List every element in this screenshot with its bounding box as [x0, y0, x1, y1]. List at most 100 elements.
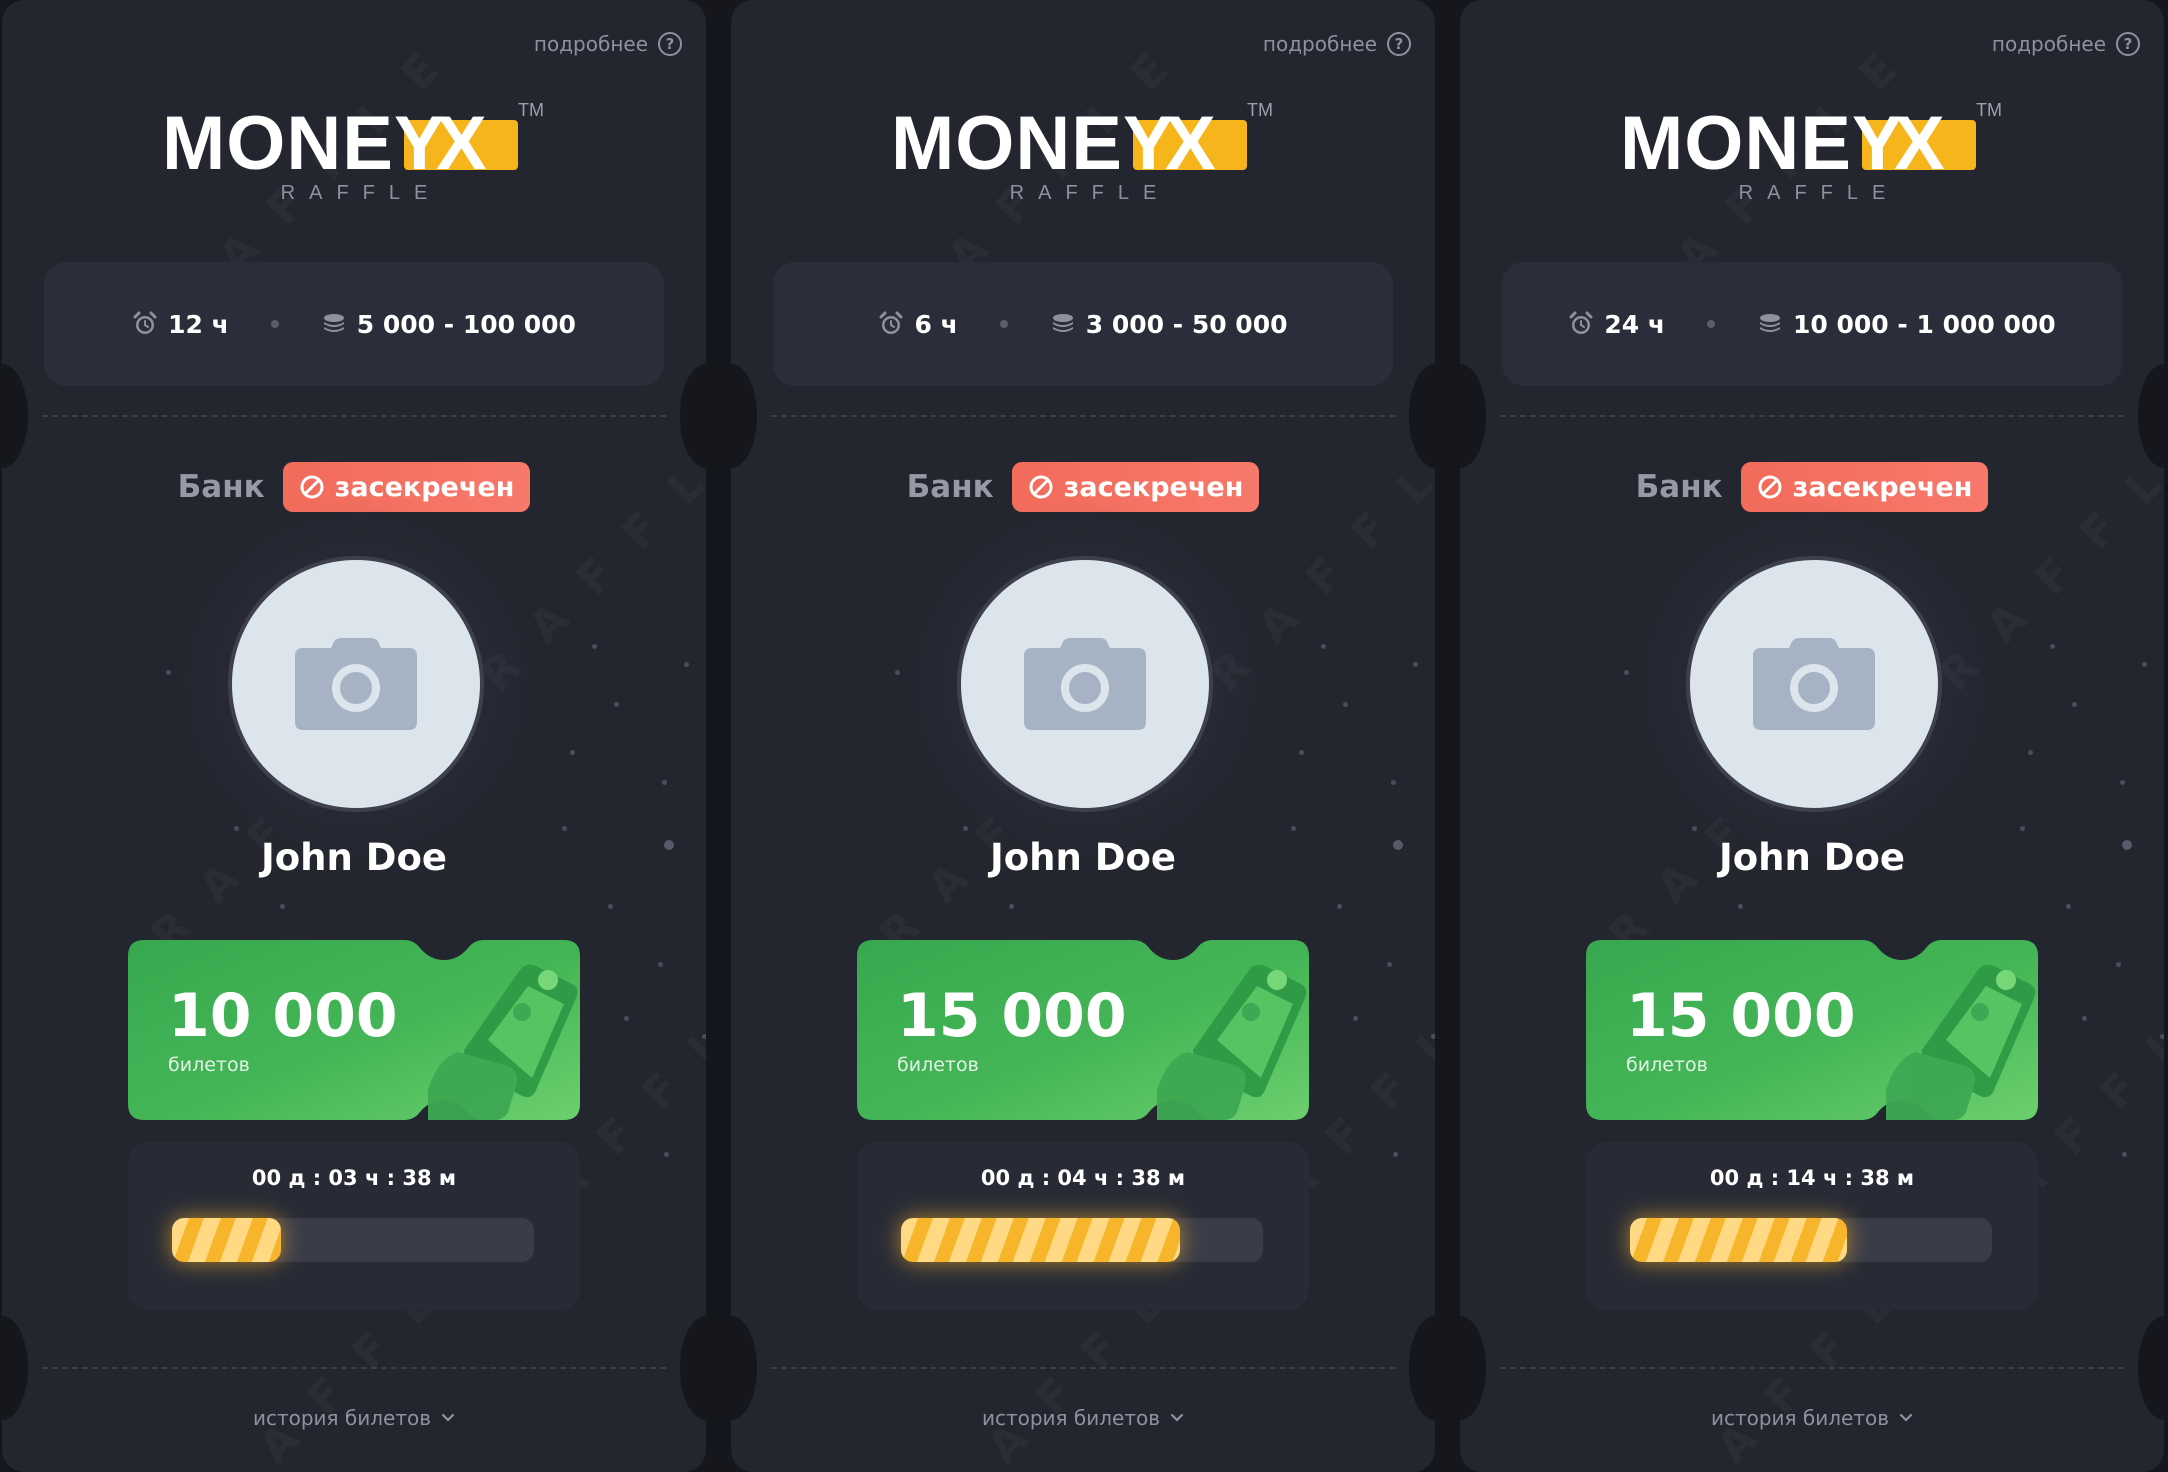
logo-wordmark: MONEY	[1620, 101, 1904, 186]
countdown-box: 00 д : 14 ч : 38 м	[1586, 1142, 2038, 1310]
avatar[interactable]	[168, 496, 544, 872]
star-dot	[1391, 780, 1396, 785]
star-dot	[1343, 702, 1348, 707]
range-param: 3 000 - 50 000	[1050, 310, 1288, 339]
duration-param: 12 ч	[132, 310, 229, 339]
countdown-timer: 00 д : 14 ч : 38 м	[1709, 1166, 1915, 1190]
more-info-link[interactable]: подробнее ?	[1263, 32, 1411, 56]
tickets-card: 15 000 билетов	[857, 940, 1309, 1120]
more-info-label: подробнее	[1262, 32, 1377, 56]
ban-icon	[1758, 475, 1782, 499]
star-dot	[592, 644, 597, 649]
logo-x-letter: X	[1894, 101, 1945, 186]
logo-wordmark: MONEY	[162, 101, 446, 186]
avatar-placeholder[interactable]	[957, 556, 1213, 812]
perforation-line	[42, 415, 666, 417]
alarm-clock-icon	[1569, 311, 1593, 334]
progress-bar	[901, 1218, 1263, 1262]
duration-value: 12 ч	[168, 309, 229, 339]
ticket-notch	[731, 364, 757, 468]
star-dot	[1413, 662, 1418, 667]
star-dot	[1321, 644, 1326, 649]
progress-bar-fill	[1630, 1218, 1848, 1262]
raffle-cards: RAFFLE RAFFLE RAFFLE RAFFLE RAFFLE подро…	[0, 0, 2168, 1472]
ticket-history-label: история билетов	[981, 1406, 1161, 1430]
chevron-down-icon	[1899, 1413, 1913, 1422]
camera-icon	[1024, 638, 1146, 730]
user-name: John Doe	[990, 836, 1176, 879]
moneyx-logo: MONEY X TM RAFFLE	[2, 100, 706, 216]
logo-x-letter: X	[1165, 101, 1216, 186]
user-name: John Doe	[1719, 836, 1905, 879]
more-info-link[interactable]: подробнее ?	[1992, 32, 2140, 56]
ticket-notch	[2, 364, 28, 468]
logo-trademark: TM	[1976, 100, 2002, 120]
raffle-params: 12 ч 5 000 - 100 000	[44, 262, 664, 386]
ticket-notch	[2, 1316, 28, 1420]
help-icon[interactable]: ?	[2116, 32, 2140, 56]
alarm-clock-icon	[133, 311, 157, 334]
avatar-placeholder[interactable]	[228, 556, 484, 812]
star-dot	[1009, 904, 1014, 909]
coins-icon	[323, 314, 344, 332]
bank-label: Банк	[906, 469, 994, 505]
star-dot	[2020, 826, 2025, 831]
ticket-history-label: история билетов	[1710, 1406, 1890, 1430]
countdown-box: 00 д : 03 ч : 38 м	[128, 1142, 580, 1310]
star-dot	[1738, 904, 1743, 909]
help-icon[interactable]: ?	[658, 32, 682, 56]
coins-icon	[1760, 314, 1781, 332]
chevron-down-icon	[1170, 1413, 1184, 1422]
more-info-link[interactable]: подробнее ?	[534, 32, 682, 56]
star-dot	[1393, 1152, 1398, 1157]
ticket-history-toggle[interactable]: история билетов	[731, 1406, 1435, 1430]
star-dot	[2122, 1152, 2127, 1157]
help-icon[interactable]: ?	[1387, 32, 1411, 56]
raffle-params: 6 ч 3 000 - 50 000	[773, 262, 1393, 386]
tickets-count: 15 000	[897, 981, 1127, 1051]
star-dot	[2142, 662, 2147, 667]
perforation-line	[1500, 415, 2124, 417]
progress-bar-fill	[901, 1218, 1180, 1262]
ticket-history-toggle[interactable]: история билетов	[1460, 1406, 2164, 1430]
ticket-notch	[1460, 364, 1486, 468]
tickets-count: 10 000	[168, 981, 398, 1051]
raffle-params: 24 ч 10 000 - 1 000 000	[1502, 262, 2122, 386]
range-param: 5 000 - 100 000	[321, 310, 576, 339]
star-dot	[684, 662, 689, 667]
star-dot	[608, 904, 613, 909]
avatar[interactable]	[897, 496, 1273, 872]
moneyx-logo: MONEY X TM RAFFLE	[731, 100, 1435, 216]
star-dot	[624, 1016, 629, 1021]
star-dot	[664, 1152, 669, 1157]
avatar-placeholder[interactable]	[1686, 556, 1942, 812]
ticket-notch	[2138, 1316, 2164, 1420]
star-dot	[2082, 1016, 2087, 1021]
ban-icon	[1029, 475, 1053, 499]
progress-bar-fill	[172, 1218, 281, 1262]
star-dot	[1291, 826, 1296, 831]
star-dot	[2120, 780, 2125, 785]
star-dot	[1353, 1016, 1358, 1021]
range-value: 3 000 - 50 000	[1085, 309, 1288, 339]
user-name: John Doe	[261, 836, 447, 879]
progress-bar	[172, 1218, 534, 1262]
logo-subtitle: RAFFLE	[280, 182, 442, 204]
camera-icon	[1753, 638, 1875, 730]
star-dot	[2116, 962, 2121, 967]
star-dot	[702, 1034, 706, 1039]
countdown-box: 00 д : 04 ч : 38 м	[857, 1142, 1309, 1310]
avatar[interactable]	[1626, 496, 2002, 872]
ticket-history-label: история билетов	[252, 1406, 432, 1430]
bank-label: Банк	[1635, 469, 1723, 505]
range-param: 10 000 - 1 000 000	[1757, 310, 2056, 339]
star-dot	[1431, 1034, 1435, 1039]
star-dot	[280, 904, 285, 909]
star-dot	[614, 702, 619, 707]
duration-param: 24 ч	[1568, 310, 1665, 339]
tickets-card: 15 000 билетов	[1586, 940, 2038, 1120]
progress-bar	[1630, 1218, 1992, 1262]
ticket-history-toggle[interactable]: история билетов	[2, 1406, 706, 1430]
tickets-count: 15 000	[1626, 981, 1856, 1051]
logo-wordmark: MONEY	[891, 101, 1175, 186]
